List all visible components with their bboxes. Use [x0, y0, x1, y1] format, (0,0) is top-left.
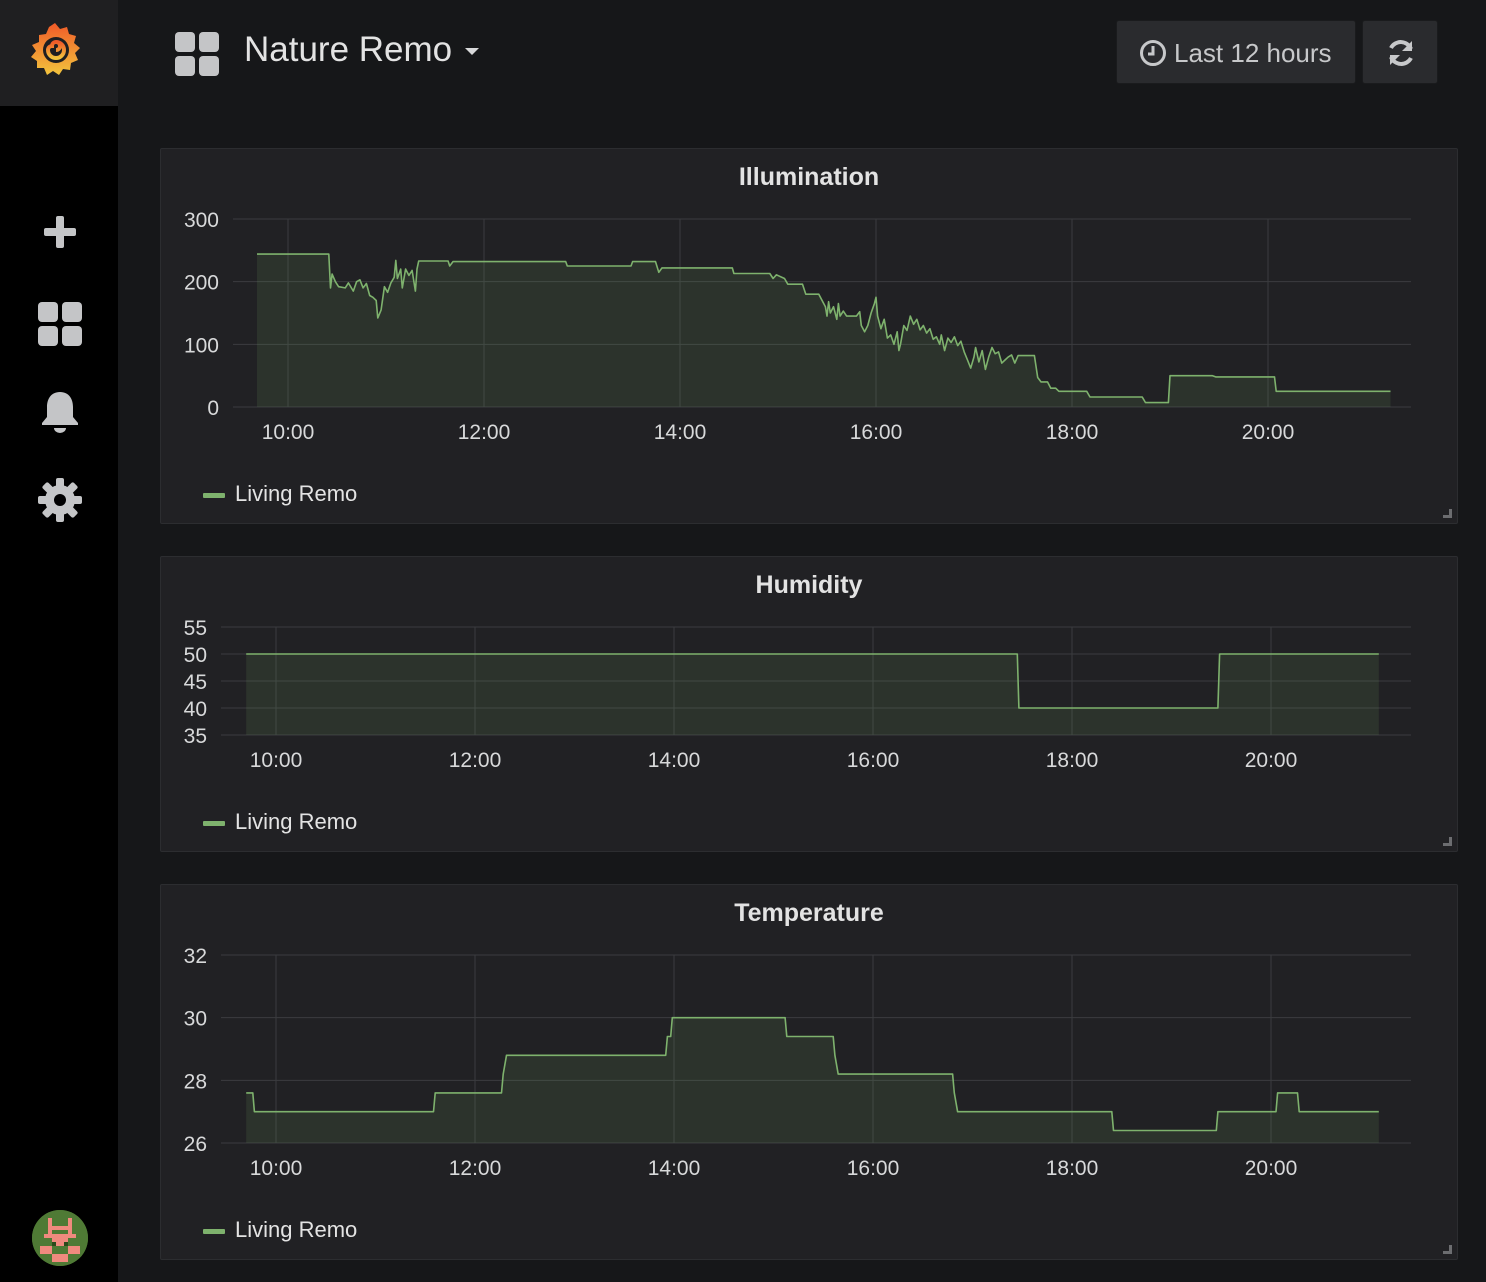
y-tick-label: 40 [184, 698, 207, 721]
x-tick-label: 18:00 [1046, 1157, 1099, 1180]
x-tick-label: 20:00 [1245, 1157, 1298, 1180]
series-area [246, 654, 1379, 735]
panel-illumination: Illumination 0 100 200 300 10:00 12:00 14:00 16… [160, 148, 1458, 524]
y-tick-label: 28 [184, 1070, 207, 1093]
x-tick-label: 18:00 [1046, 421, 1099, 444]
temperature-chart: 26 28 30 32 10:00 12:00 14:00 16:00 18:00 20:00 [184, 945, 1411, 1180]
y-tick-label: 26 [184, 1133, 207, 1156]
x-tick-label: 20:00 [1242, 421, 1295, 444]
legend-item[interactable]: Living Remo [203, 1217, 357, 1243]
series-color-swatch [203, 820, 225, 826]
panel-resize-handle[interactable] [1443, 1245, 1452, 1254]
gear-icon[interactable] [36, 476, 84, 524]
user-avatar[interactable] [32, 1210, 88, 1266]
panel-resize-handle[interactable] [1443, 509, 1452, 518]
y-tick-label: 0 [207, 397, 219, 420]
y-tick-label: 32 [184, 945, 207, 968]
dashboard-grid-icon [175, 32, 219, 76]
legend-item[interactable]: Living Remo [203, 809, 357, 835]
time-range-label: Last 12 hours [1174, 38, 1332, 68]
legend-label: Living Remo [235, 809, 358, 834]
y-tick-label: 300 [184, 209, 219, 232]
x-tick-label: 14:00 [648, 1157, 701, 1180]
time-range-button[interactable]: Last 12 hours [1116, 20, 1356, 84]
refresh-button[interactable] [1362, 20, 1438, 84]
chevron-down-icon[interactable] [465, 48, 479, 55]
legend-label: Living Remo [235, 481, 358, 506]
plus-icon[interactable] [36, 208, 84, 256]
x-tick-label: 12:00 [458, 421, 511, 444]
y-tick-label: 45 [184, 671, 207, 694]
logo-container[interactable] [0, 0, 118, 106]
x-tick-label: 18:00 [1046, 749, 1099, 772]
illumination-chart: 0 100 200 300 10:00 12:00 14:00 16:00 18:00 20:00 [184, 209, 1411, 444]
refresh-icon [1389, 40, 1413, 66]
dashboard-grid-icon[interactable] [36, 300, 84, 348]
x-tick-label: 16:00 [850, 421, 903, 444]
dashboard-title[interactable]: Nature Remo [244, 30, 452, 70]
legend-item[interactable]: Living Remo [203, 481, 357, 507]
panel-temperature: Temperature 26 28 30 32 10:00 12:00 14:00 16:00… [160, 884, 1458, 1260]
grafana-logo-icon[interactable] [26, 20, 84, 80]
x-tick-label: 10:00 [250, 1157, 303, 1180]
clock-icon [1140, 40, 1166, 66]
x-tick-label: 14:00 [654, 421, 707, 444]
x-tick-label: 10:00 [250, 749, 303, 772]
y-tick-label: 55 [184, 617, 207, 640]
y-tick-label: 200 [184, 272, 219, 295]
y-tick-label: 50 [184, 644, 207, 667]
y-tick-label: 35 [184, 725, 207, 748]
x-tick-label: 16:00 [847, 1157, 900, 1180]
x-tick-label: 12:00 [449, 749, 502, 772]
panel-resize-handle[interactable] [1443, 837, 1452, 846]
avatar-image-icon [32, 1210, 88, 1266]
x-tick-label: 12:00 [449, 1157, 502, 1180]
series-area [257, 254, 1391, 407]
sidebar [0, 0, 118, 1282]
y-tick-label: 30 [184, 1008, 207, 1031]
series-color-swatch [203, 1228, 225, 1234]
x-tick-label: 14:00 [648, 749, 701, 772]
bell-icon[interactable] [36, 388, 84, 436]
x-tick-label: 20:00 [1245, 749, 1298, 772]
x-tick-label: 16:00 [847, 749, 900, 772]
series-color-swatch [203, 492, 225, 498]
legend-label: Living Remo [235, 1217, 358, 1242]
x-tick-label: 10:00 [262, 421, 315, 444]
y-tick-label: 100 [184, 334, 219, 357]
panel-humidity: Humidity 35 40 45 50 55 10:00 12:00 14:00 16:00 1… [160, 556, 1458, 852]
